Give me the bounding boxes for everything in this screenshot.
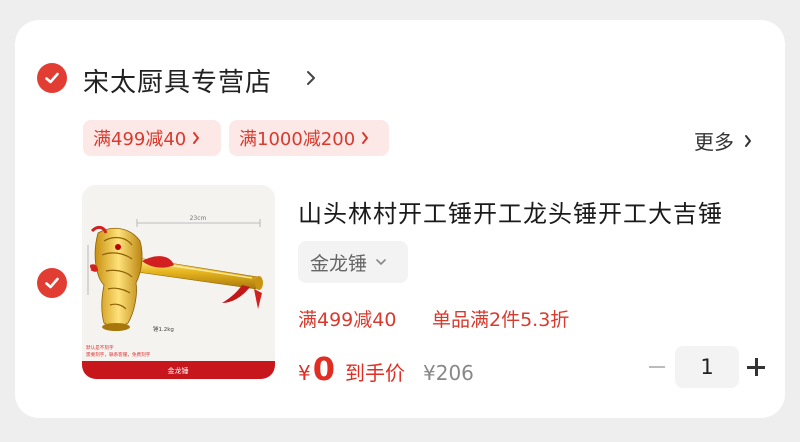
checkmark-icon xyxy=(45,277,59,289)
dimension-label: 23cm xyxy=(190,215,207,222)
store-select-checkbox[interactable] xyxy=(37,63,67,93)
more-promos-button[interactable]: 更多 xyxy=(694,126,752,155)
item-select-checkbox[interactable] xyxy=(37,268,67,298)
promo-label: 满499减40 xyxy=(93,129,187,150)
promo-label: 满1000减200 xyxy=(239,129,356,150)
price-row: ¥ 0 到手价 ¥206 xyxy=(298,350,474,390)
product-title[interactable]: 山头林村开工锤开工龙头锤开工大吉锤 xyxy=(298,194,723,229)
engraving-note-1: 默认是不刻字 xyxy=(86,344,114,351)
original-price: ¥206 xyxy=(423,361,474,385)
promo-coupon-1[interactable]: 满499减40 xyxy=(83,120,221,156)
chevron-right-icon xyxy=(192,131,200,145)
chevron-right-icon xyxy=(744,134,752,148)
promo-tag-discount: 满499减40 xyxy=(298,309,397,331)
golden-hammer-image: 23cm 10cm 锤1.2kg 默认是不刻字 需要刻字，联系客服，免费刻字 金… xyxy=(82,185,275,379)
decrease-quantity-button[interactable] xyxy=(649,366,665,368)
final-price-label: 到手价 xyxy=(345,361,405,385)
variant-selector[interactable]: 金龙锤 xyxy=(298,241,408,283)
quantity-input[interactable]: 1 xyxy=(675,346,739,388)
checkmark-icon xyxy=(45,72,59,84)
price-currency: ¥ xyxy=(298,361,311,385)
weight-label: 锤1.2kg xyxy=(153,325,174,333)
engraving-note-2: 需要刻字，联系客服，免费刻字 xyxy=(86,351,151,358)
thumbnail-caption: 金龙锤 xyxy=(168,366,189,375)
chevron-right-icon xyxy=(361,131,369,145)
final-price: 0 xyxy=(312,350,335,388)
promo-tag-bundle: 单品满2件5.3折 xyxy=(432,309,570,331)
increase-quantity-button[interactable] xyxy=(747,358,765,376)
chevron-right-icon[interactable] xyxy=(305,66,319,94)
product-thumbnail[interactable]: 23cm 10cm 锤1.2kg 默认是不刻字 需要刻字，联系客服，免费刻字 金… xyxy=(82,185,275,379)
variant-label: 金龙锤 xyxy=(310,252,368,275)
more-label: 更多 xyxy=(694,130,734,154)
store-name[interactable]: 宋太厨具专营店 xyxy=(83,62,272,99)
chevron-down-icon xyxy=(375,258,387,266)
promo-coupon-2[interactable]: 满1000减200 xyxy=(229,120,389,156)
